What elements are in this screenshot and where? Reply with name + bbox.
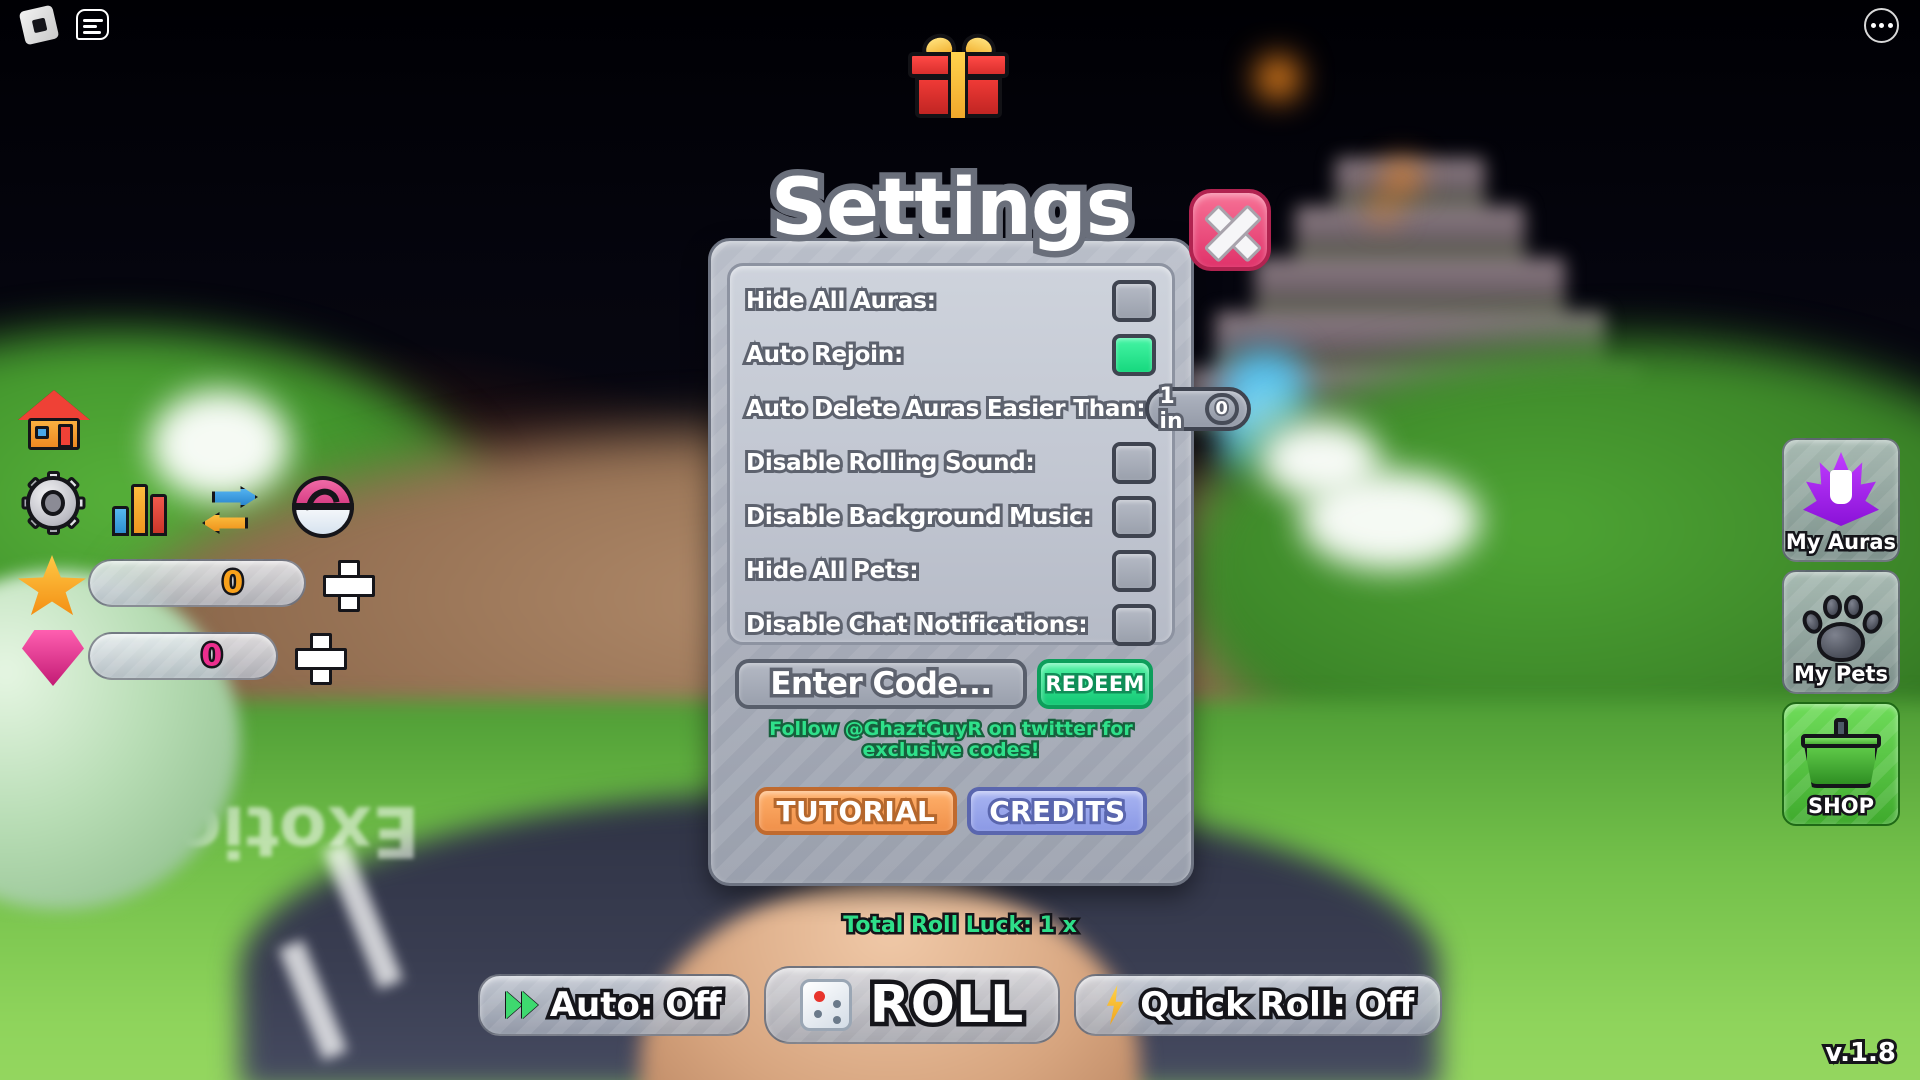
- home-icon[interactable]: [18, 390, 90, 454]
- stepper-value[interactable]: 0: [1204, 392, 1239, 425]
- code-input[interactable]: Enter Code...: [735, 659, 1027, 709]
- setting-row-auto-rejoin: Auto Rejoin:: [743, 332, 1156, 377]
- light-glow-c: [1260, 420, 1380, 500]
- add-stars-button[interactable]: [323, 560, 375, 612]
- lantern-glow-3: [1370, 196, 1396, 220]
- auto-delete-threshold-stepper[interactable]: 1 in 0: [1145, 381, 1251, 437]
- lantern-glow-2: [1385, 160, 1419, 194]
- stars-bar: [88, 559, 306, 607]
- currency-row-gems: 0: [18, 628, 347, 686]
- quick-roll-label: Quick Roll: Off: [1137, 982, 1418, 1029]
- basket-icon: [1801, 718, 1881, 790]
- setting-label: Auto Rejoin:: [743, 339, 906, 371]
- setting-row-hide-all-pets: Hide All Pets:: [743, 548, 1156, 593]
- currency-row-stars: 0: [18, 555, 375, 616]
- setting-label: Hide All Auras:: [743, 285, 939, 317]
- auto-roll-button[interactable]: Auto: Off: [477, 974, 750, 1036]
- roblox-logo-icon[interactable]: [18, 4, 60, 46]
- setting-label: Hide All Pets:: [743, 555, 922, 587]
- setting-label: Auto Delete Auras Easier Than:: [743, 393, 1149, 425]
- add-gems-button[interactable]: [295, 633, 347, 685]
- bar-chart-icon[interactable]: [112, 478, 174, 536]
- credits-label: CREDITS: [986, 792, 1128, 831]
- quick-roll-button[interactable]: Quick Roll: Off: [1074, 974, 1443, 1036]
- redeem-button[interactable]: REDEEM: [1037, 659, 1153, 709]
- paw-icon: [1799, 588, 1886, 668]
- setting-label: Disable Rolling Sound:: [743, 447, 1038, 479]
- double-chevron-icon: [505, 991, 538, 1019]
- roll-button[interactable]: ROLL: [763, 966, 1061, 1044]
- more-options-icon[interactable]: [1864, 8, 1899, 43]
- stars-value: 0: [220, 563, 246, 603]
- chat-icon[interactable]: [76, 9, 109, 40]
- gems-value: 0: [199, 636, 225, 676]
- page-title: Settings: [764, 157, 1138, 260]
- toggle-disable-rolling-sound[interactable]: [1112, 441, 1156, 484]
- toggle-hide-all-auras[interactable]: [1112, 279, 1156, 322]
- toggle-disable-background-music[interactable]: [1112, 495, 1156, 538]
- code-input-placeholder: Enter Code...: [767, 663, 996, 706]
- redeem-label: REDEEM: [1043, 670, 1147, 699]
- panel-footer-buttons: TUTORIAL CREDITS: [739, 787, 1163, 835]
- close-icon[interactable]: [1189, 189, 1271, 271]
- gem-icon: [22, 630, 84, 686]
- shop-button[interactable]: SHOP: [1782, 702, 1900, 826]
- total-roll-luck-label: Total Roll Luck: 1 x: [841, 911, 1080, 941]
- setting-label: Disable Background Music:: [743, 501, 1095, 533]
- my-auras-button[interactable]: My Auras: [1782, 438, 1900, 562]
- toggle-auto-rejoin[interactable]: [1112, 333, 1156, 376]
- gems-bar: [88, 632, 278, 680]
- toggle-hide-all-pets[interactable]: [1112, 549, 1156, 592]
- setting-row-disable-chat-notifications: Disable Chat Notifications:: [743, 602, 1156, 647]
- roll-label: ROLL: [865, 971, 1027, 1040]
- right-sidebar: My Auras My Pets SHOP: [1782, 438, 1902, 834]
- pokeball-refresh-icon[interactable]: [292, 476, 354, 538]
- code-redeem-row: Enter Code... REDEEM: [735, 659, 1153, 709]
- settings-panel: Settings Hide All Auras: Auto Rejoin: Au…: [708, 157, 1271, 886]
- trade-arrows-icon[interactable]: [196, 486, 272, 540]
- setting-row-disable-background-music: Disable Background Music:: [743, 494, 1156, 539]
- top-bar: [0, 0, 1920, 60]
- settings-list: Hide All Auras: Auto Rejoin: Auto Delete…: [727, 263, 1251, 647]
- my-pets-button[interactable]: My Pets: [1782, 570, 1900, 694]
- setting-row-disable-rolling-sound: Disable Rolling Sound:: [743, 440, 1156, 485]
- lightning-bolt-icon: [1106, 985, 1124, 1025]
- tutorial-button[interactable]: TUTORIAL: [754, 787, 958, 835]
- credits-button[interactable]: CREDITS: [967, 787, 1148, 835]
- toggle-disable-chat-notifications[interactable]: [1112, 603, 1156, 646]
- version-label: v.1.8: [1822, 1035, 1899, 1071]
- shop-label: SHOP: [1806, 792, 1877, 821]
- dice-icon: [799, 979, 852, 1031]
- setting-row-hide-all-auras: Hide All Auras:: [743, 278, 1156, 323]
- stepper-prefix: 1 in: [1156, 381, 1185, 437]
- aura-core-icon: [1830, 470, 1852, 504]
- auto-roll-label: Auto: Off: [546, 982, 725, 1029]
- my-pets-label: My Pets: [1791, 660, 1890, 689]
- star-icon: [18, 555, 86, 616]
- twitter-note: Follow @GhaztGuyR on twitter for exclusi…: [767, 716, 1135, 762]
- setting-row-auto-delete-auras: Auto Delete Auras Easier Than: 1 in 0: [743, 381, 1251, 437]
- lantern-glow: [1255, 55, 1301, 101]
- gear-icon[interactable]: [20, 470, 86, 536]
- tutorial-label: TUTORIAL: [774, 792, 938, 831]
- setting-label: Disable Chat Notifications:: [743, 609, 1091, 641]
- my-auras-label: My Auras: [1783, 528, 1898, 557]
